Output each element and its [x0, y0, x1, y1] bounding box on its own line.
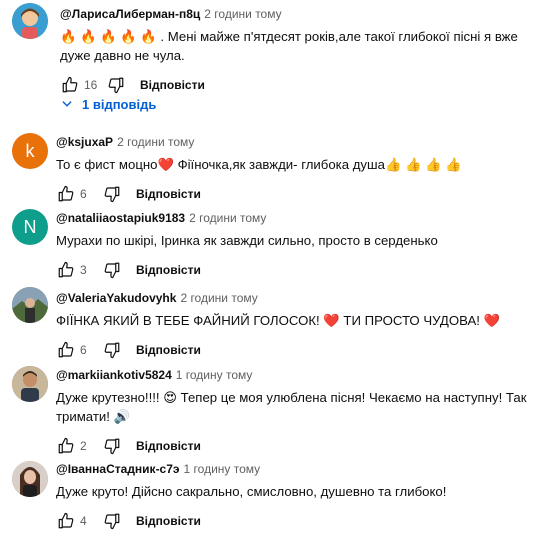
- comment-text: 🔥 🔥 🔥 🔥 🔥 . Мені майже п'ятдесят років,а…: [60, 29, 522, 63]
- comment-header: @ЛарисаЛиберман-п8ц 2 години тому: [60, 6, 541, 22]
- thumb-up-icon[interactable]: [56, 184, 76, 204]
- reply-button[interactable]: Відповісти: [140, 78, 205, 92]
- thumb-down-icon[interactable]: [102, 184, 122, 204]
- reply-button[interactable]: Відповісти: [136, 514, 201, 528]
- thumb-up-icon[interactable]: [56, 340, 76, 360]
- thumb-down-icon[interactable]: [102, 340, 122, 360]
- like-count: 4: [80, 514, 87, 528]
- comment-author[interactable]: @nataliiaostapiuk9183: [56, 211, 185, 225]
- thumb-down-icon[interactable]: [102, 511, 122, 531]
- comment-text: ФІЇНКА ЯКИЙ В ТЕБЕ ФАЙНИЙ ГОЛОСОК! ❤️ ТИ…: [56, 313, 501, 328]
- comment-time[interactable]: 2 години тому: [204, 7, 281, 21]
- comment-header: @IваннаСтадник-с7э 1 годину тому: [56, 461, 541, 477]
- like-count: 16: [84, 78, 98, 92]
- avatar[interactable]: k: [12, 133, 48, 169]
- comment-content: @ksjuxaP 2 години тому То є фист моцно❤️ …: [56, 134, 541, 206]
- comment-time[interactable]: 2 години тому: [180, 291, 257, 305]
- comment-actions: 4 Відповісти: [56, 509, 541, 533]
- comment-actions: 6 Відповісти: [56, 338, 541, 362]
- thumb-up-icon[interactable]: [56, 436, 76, 456]
- comment-content: @markiiankotiv5824 1 годину тому Дуже кру…: [56, 367, 541, 458]
- comment-author[interactable]: @markiiankotiv5824: [56, 368, 172, 382]
- comment-text: То є фист моцно❤️ Фіїночка,як завжди- гл…: [56, 157, 462, 172]
- comment-text: Дуже круто! Дійсно сакрально, смисловно,…: [56, 484, 447, 499]
- comment-author[interactable]: @ЛарисаЛиберман-п8ц: [60, 7, 200, 21]
- comment-time[interactable]: 1 годину тому: [184, 462, 261, 476]
- like-count: 3: [80, 263, 87, 277]
- cartoon-avatar-icon: [12, 3, 48, 39]
- comment-text: Дуже крутезно!!!! 😍 Тепер це моя улюблен…: [56, 390, 531, 424]
- avatar[interactable]: [12, 461, 48, 497]
- thumb-down-icon[interactable]: [106, 75, 126, 95]
- comment-actions: 3 Відповісти: [56, 258, 541, 282]
- comment-header: @ksjuxaP 2 години тому: [56, 134, 541, 150]
- comment-header: @nataliiaostapiuk9183 2 години тому: [56, 210, 541, 226]
- reply-button[interactable]: Відповісти: [136, 187, 201, 201]
- comment-time[interactable]: 2 години тому: [189, 211, 266, 225]
- photo-avatar-icon: [12, 366, 48, 402]
- comment-header: @ValeriaYakudovyhk 2 години тому: [56, 290, 541, 306]
- reply-button[interactable]: Відповісти: [136, 343, 201, 357]
- like-count: 6: [80, 187, 87, 201]
- like-count: 6: [80, 343, 87, 357]
- thumb-down-icon[interactable]: [102, 436, 122, 456]
- avatar[interactable]: [12, 3, 48, 39]
- avatar-letter: k: [25, 140, 35, 161]
- comment-time[interactable]: 1 годину тому: [176, 368, 253, 382]
- avatar[interactable]: [12, 366, 48, 402]
- comment-content: @ЛарисаЛиберман-п8ц 2 години тому 🔥 🔥 🔥 🔥…: [60, 6, 541, 97]
- comment-author[interactable]: @ValeriaYakudovyhk: [56, 291, 176, 305]
- comment-author[interactable]: @IваннаСтадник-с7э: [56, 462, 180, 476]
- thumb-up-icon[interactable]: [56, 260, 76, 280]
- comment-author[interactable]: @ksjuxaP: [56, 135, 113, 149]
- comment-text: Мурахи по шкірі, Іринка як завжди сильно…: [56, 233, 438, 248]
- like-count: 2: [80, 439, 87, 453]
- comment-header: @markiiankotiv5824 1 годину тому: [56, 367, 541, 383]
- thumb-down-icon[interactable]: [102, 260, 122, 280]
- show-replies-button[interactable]: 1 відповідь: [60, 94, 156, 114]
- comment-time[interactable]: 2 години тому: [117, 135, 194, 149]
- comment-content: @nataliiaostapiuk9183 2 години тому Мурах…: [56, 210, 541, 282]
- avatar[interactable]: N: [12, 209, 48, 245]
- photo-avatar-icon: [12, 287, 48, 323]
- reply-button[interactable]: Відповісти: [136, 439, 201, 453]
- photo-avatar-icon: [12, 461, 48, 497]
- thumb-up-icon[interactable]: [60, 75, 80, 95]
- avatar-letter: N: [23, 216, 37, 237]
- comment-content: @ValeriaYakudovyhk 2 години тому ФІЇНКА Я…: [56, 290, 541, 362]
- replies-count-label: 1 відповідь: [82, 96, 157, 112]
- reply-button[interactable]: Відповісти: [136, 263, 201, 277]
- comment-actions: 2 Відповісти: [56, 434, 541, 458]
- comment-content: @IваннаСтадник-с7э 1 годину тому Дуже кру…: [56, 461, 541, 533]
- comment-actions: 6 Відповісти: [56, 182, 541, 206]
- avatar[interactable]: [12, 287, 48, 323]
- thumb-up-icon[interactable]: [56, 511, 76, 531]
- chevron-down-icon: [62, 101, 72, 107]
